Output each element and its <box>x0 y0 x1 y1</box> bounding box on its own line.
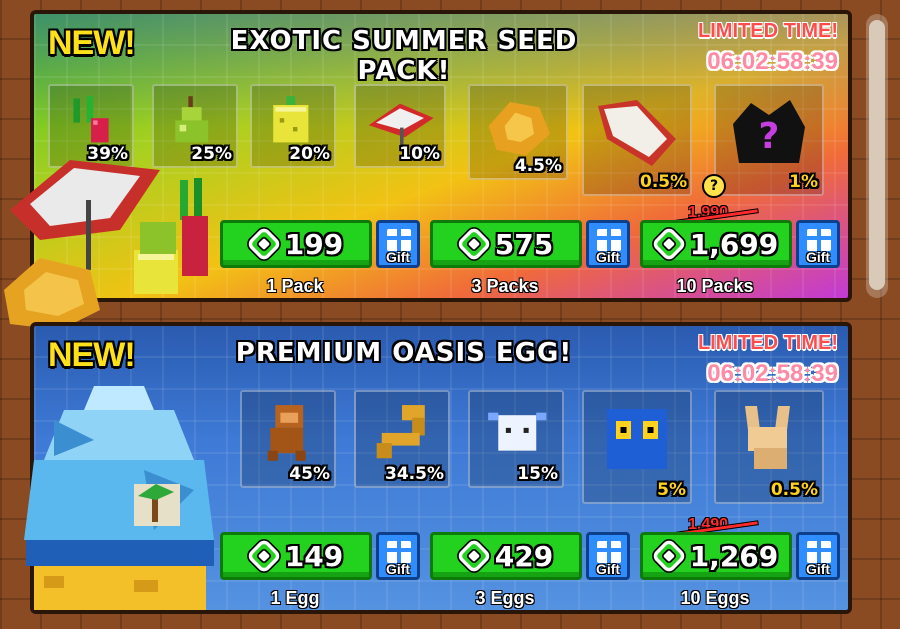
seed-item-pear[interactable]: 25% <box>152 84 238 168</box>
robux-icon <box>650 225 687 263</box>
seed-item-umbrella[interactable]: 10% <box>354 84 446 168</box>
gift-icon <box>807 541 831 563</box>
price: 429 <box>494 539 554 573</box>
drop-chance: 1% <box>789 172 818 192</box>
price: 1,269 <box>689 539 779 573</box>
golden-rose-icon <box>488 101 550 156</box>
buy-3-eggs-button[interactable]: 429 <box>430 532 582 580</box>
gift-10-eggs-button[interactable]: Gift <box>796 532 840 580</box>
seed-pack-panel: NEW! EXOTIC SUMMER SEED PACK! LIMITED TI… <box>30 10 852 302</box>
gift-icon <box>387 541 411 563</box>
price: 199 <box>284 227 344 261</box>
egg-item-monkey[interactable]: 45% <box>240 390 336 488</box>
dragon-fruit-sprout-icon <box>73 96 109 143</box>
buy-1-egg-button[interactable]: 149 <box>220 532 372 580</box>
gift-label: Gift <box>385 249 411 265</box>
gift-label: Gift <box>805 561 831 577</box>
monkey-icon <box>267 405 306 461</box>
price: 575 <box>494 227 554 261</box>
egg-item-blue-owl[interactable]: 5% <box>582 390 692 504</box>
limited-time-label: LIMITED TIME! <box>698 332 838 354</box>
svg-text:?: ? <box>759 116 780 157</box>
drop-chance: 34.5% <box>385 464 444 484</box>
gift-icon <box>597 229 621 251</box>
gift-3-packs-button[interactable]: Gift <box>586 220 630 268</box>
quantity-label: 3 Eggs <box>475 588 535 608</box>
quantity-label: 1 Egg <box>270 588 320 608</box>
white-leaf-icon <box>598 100 676 166</box>
drop-chance: 45% <box>289 464 330 484</box>
oasis-egg-panel: NEW! PREMIUM OASIS EGG! LIMITED TIME! 06… <box>30 322 852 614</box>
drop-info-question-icon[interactable]: ? <box>702 174 726 198</box>
quantity-label: 10 Eggs <box>680 588 750 608</box>
egg-item-snake[interactable]: 34.5% <box>354 390 450 488</box>
quantity-label: 1 Pack <box>266 276 324 296</box>
countdown-timer: 06:02:58:39 <box>707 48 838 75</box>
drop-chance: 0.5% <box>770 480 818 500</box>
egg-item-axolotl[interactable]: 15% <box>468 390 564 488</box>
gift-icon <box>387 229 411 251</box>
gift-label: Gift <box>805 249 831 265</box>
cube-fruit-icon <box>273 96 309 143</box>
robux-icon <box>650 537 687 575</box>
drop-chance: 4.5% <box>514 156 562 176</box>
oasis-egg-title: PREMIUM OASIS EGG! <box>235 338 573 368</box>
gift-label: Gift <box>595 561 621 577</box>
drop-chance: 10% <box>399 144 440 164</box>
axolotl-icon <box>488 412 547 451</box>
new-tag: NEW! <box>48 24 136 62</box>
seed-item-mystery-plant[interactable]: ? 1% <box>714 84 824 196</box>
gift-icon <box>597 541 621 563</box>
mystery-plant-icon: ? <box>733 100 805 163</box>
robux-icon <box>245 537 282 575</box>
drop-chance: 39% <box>87 144 128 164</box>
robux-icon <box>455 537 492 575</box>
gift-3-eggs-button[interactable]: Gift <box>586 532 630 580</box>
gift-10-packs-button[interactable]: Gift <box>796 220 840 268</box>
buy-1-pack-button[interactable]: 199 <box>220 220 372 268</box>
robux-icon <box>455 225 492 263</box>
pear-icon <box>175 96 209 143</box>
buy-10-eggs-button[interactable]: 1,269 <box>640 532 792 580</box>
buy-3-packs-button[interactable]: 575 <box>430 220 582 268</box>
egg-item-fennec-fox[interactable]: 0.5% <box>714 390 824 504</box>
price: 149 <box>284 539 344 573</box>
price: 1,699 <box>689 227 779 261</box>
limited-time-label: LIMITED TIME! <box>698 20 838 42</box>
gift-1-egg-button[interactable]: Gift <box>376 532 420 580</box>
gift-1-pack-button[interactable]: Gift <box>376 220 420 268</box>
fennec-fox-icon <box>745 406 790 469</box>
drop-chance: 5% <box>657 480 686 500</box>
drop-chance: 25% <box>191 144 232 164</box>
scrollbar-thumb[interactable] <box>869 20 885 290</box>
scrollbar[interactable] <box>866 14 888 298</box>
drop-chance: 15% <box>517 464 558 484</box>
robux-icon <box>245 225 282 263</box>
seed-pack-title: EXOTIC SUMMER SEED PACK! <box>230 26 578 86</box>
quantity-label: 10 Packs <box>676 276 754 296</box>
countdown-timer: 06:02:58:39 <box>707 360 838 387</box>
gift-label: Gift <box>595 249 621 265</box>
seed-item-golden-rose[interactable]: 4.5% <box>468 84 568 180</box>
gift-label: Gift <box>385 561 411 577</box>
quantity-label: 3 Packs <box>471 276 539 296</box>
new-tag: NEW! <box>48 336 136 374</box>
seed-item-white-leaf[interactable]: 0.5% <box>582 84 692 196</box>
drop-chance: 0.5% <box>640 172 688 192</box>
buy-10-packs-button[interactable]: 1,699 <box>640 220 792 268</box>
drop-chance: 20% <box>289 144 330 164</box>
seed-item-dragon-fruit-sprout[interactable]: 39% <box>48 84 134 168</box>
blue-owl-icon <box>607 409 667 469</box>
gift-icon <box>807 229 831 251</box>
seed-item-yellow-cube-fruit[interactable]: 20% <box>250 84 336 168</box>
snake-icon <box>376 405 425 459</box>
